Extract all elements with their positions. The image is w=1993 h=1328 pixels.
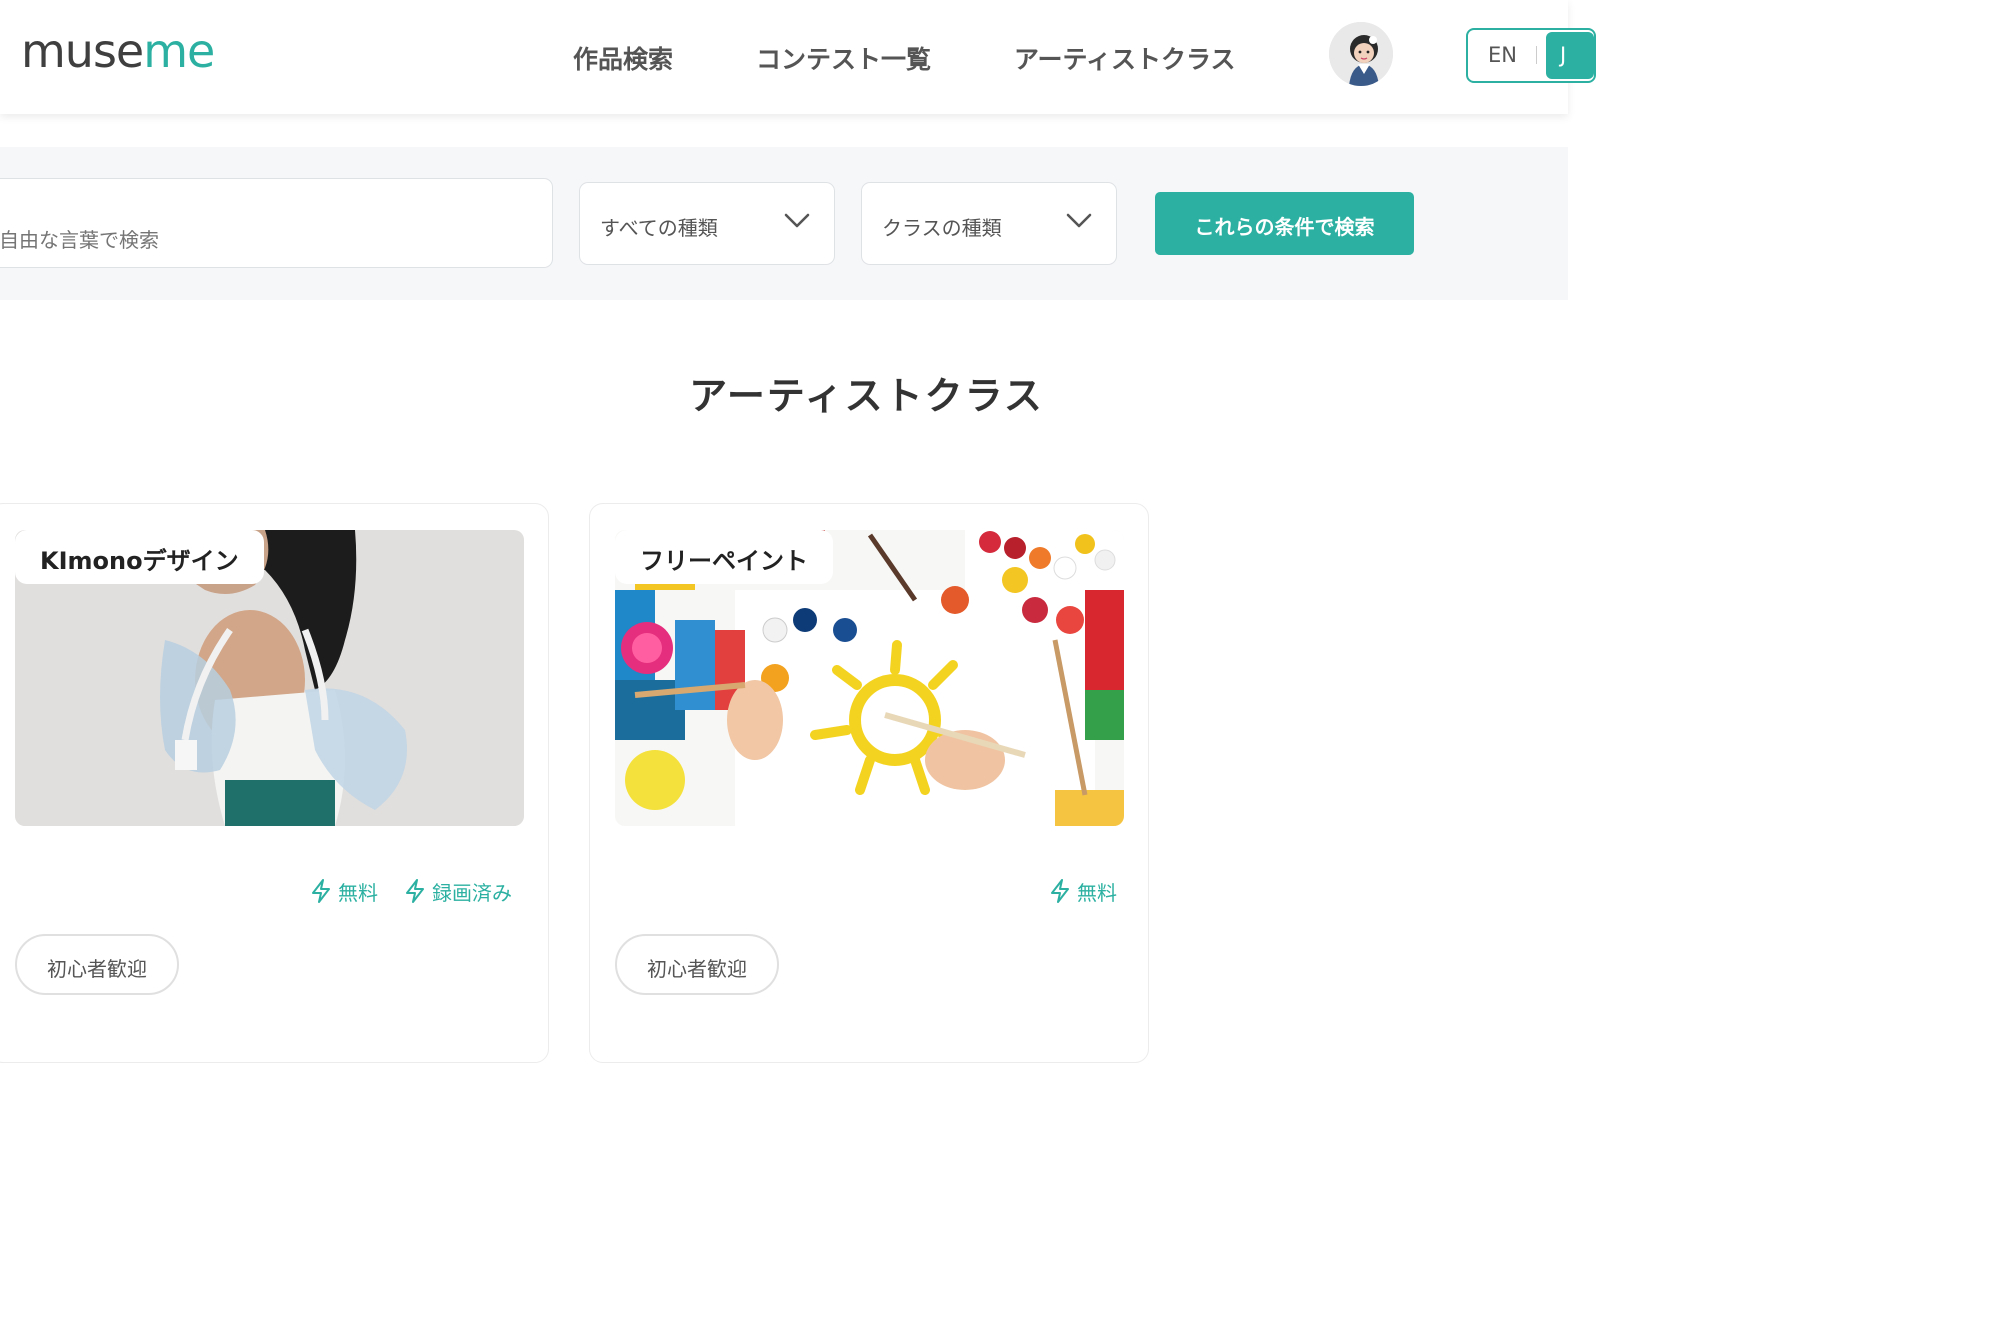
feature-recorded: 録画済み <box>404 877 512 906</box>
search-panel: すべての種類 クラスの種類 これらの条件で検索 <box>0 147 1568 300</box>
class-card-label: フリーペイント <box>615 530 833 584</box>
nav-contest-list[interactable]: コンテスト一覧 <box>756 40 931 76</box>
lang-en-option[interactable]: EN <box>1488 43 1517 67</box>
logo-muse: muse <box>21 24 144 78</box>
chevron-down-icon <box>784 213 810 228</box>
search-submit-button[interactable]: これらの条件で検索 <box>1155 192 1414 255</box>
site-header: museme 作品検索 コンテスト一覧 アーティストクラス EN J <box>0 0 1596 114</box>
feature-free: 無料 <box>1049 877 1117 906</box>
logo[interactable]: museme <box>21 24 215 78</box>
beginner-welcome-tag[interactable]: 初心者歓迎 <box>15 934 179 995</box>
user-avatar[interactable] <box>1329 22 1393 86</box>
feature-label: 無料 <box>1077 881 1117 905</box>
page-title: アーティストクラス <box>689 374 1044 418</box>
lightning-icon <box>406 879 424 903</box>
class-type-select[interactable]: クラスの種類 <box>861 182 1117 265</box>
nav-work-search[interactable]: 作品検索 <box>573 40 673 76</box>
type-select[interactable]: すべての種類 <box>579 182 835 265</box>
chevron-down-icon <box>1066 213 1092 228</box>
avatar-icon <box>1329 22 1393 86</box>
keyword-search-input[interactable] <box>0 178 553 268</box>
feature-label: 無料 <box>338 881 378 905</box>
lightning-icon <box>1051 879 1069 903</box>
lang-ja-option[interactable]: J <box>1546 32 1594 79</box>
lightning-icon <box>312 879 330 903</box>
class-select-value: クラスの種類 <box>882 216 1002 240</box>
class-card-label: KImonoデザイン <box>15 530 264 584</box>
nav-artist-class[interactable]: アーティストクラス <box>1014 40 1236 76</box>
type-select-value: すべての種類 <box>600 216 718 240</box>
beginner-welcome-tag[interactable]: 初心者歓迎 <box>615 934 779 995</box>
class-card[interactable]: KImonoデザイン 無料 録画済み 初心者歓迎 <box>0 503 549 1063</box>
logo-me: me <box>143 24 215 78</box>
language-switch[interactable]: EN J <box>1466 28 1596 83</box>
lang-divider <box>1536 46 1537 64</box>
feature-free: 無料 <box>310 877 378 906</box>
feature-label: 録画済み <box>432 881 512 905</box>
class-card[interactable]: フリーペイント 無料 初心者歓迎 <box>589 503 1149 1063</box>
